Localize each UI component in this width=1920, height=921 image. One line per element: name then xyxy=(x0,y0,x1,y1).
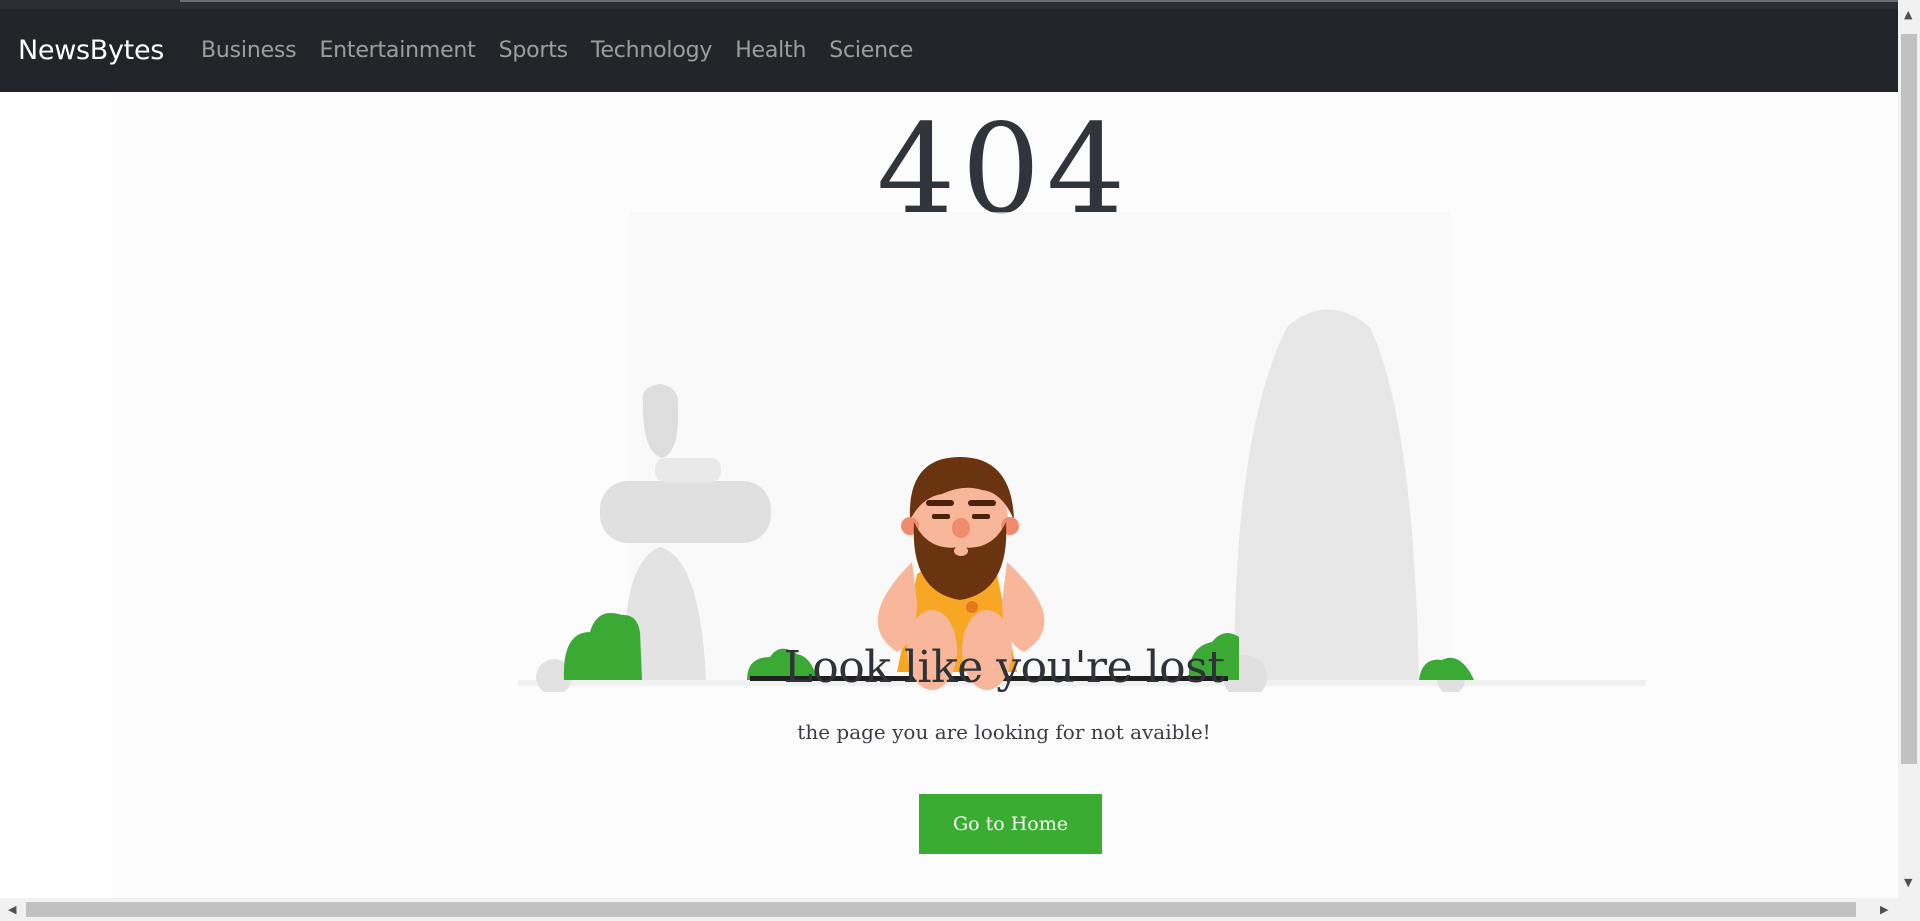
arrow-left-icon[interactable]: ◀ xyxy=(8,904,16,916)
lost-headline: Look like you're lost xyxy=(783,642,1225,693)
main-content: 404 Look like you're lost the page you a… xyxy=(0,92,1898,898)
nav-link-technology[interactable]: Technology xyxy=(591,38,712,63)
vertical-scrollbar[interactable]: ▲ ▼ xyxy=(1898,0,1920,898)
nav-link-sports[interactable]: Sports xyxy=(499,38,569,63)
nav-link-science[interactable]: Science xyxy=(829,38,913,63)
arrow-up-icon[interactable]: ▲ xyxy=(1904,9,1912,21)
arrow-down-icon[interactable]: ▼ xyxy=(1904,877,1912,889)
tab-strip-line xyxy=(180,0,1898,2)
nav-link-health[interactable]: Health xyxy=(735,38,806,63)
nav-link-entertainment[interactable]: Entertainment xyxy=(319,38,475,63)
top-navbar: NewsBytes Business Entertainment Sports … xyxy=(0,9,1898,92)
caveman-illustration xyxy=(518,212,1646,692)
browser-top-strip xyxy=(0,0,1898,9)
vertical-scroll-thumb[interactable] xyxy=(1901,34,1917,764)
not-found-message: the page you are looking for not avaible… xyxy=(797,720,1211,744)
nav-link-business[interactable]: Business xyxy=(201,38,297,63)
error-section: 404 Look like you're lost the page you a… xyxy=(112,92,1896,898)
brand-logo-link[interactable]: NewsBytes xyxy=(18,35,164,66)
arrow-right-icon[interactable]: ▶ xyxy=(1880,904,1888,916)
horizontal-scrollbar[interactable]: ◀ ▶ xyxy=(0,898,1920,921)
horizontal-scroll-thumb[interactable] xyxy=(26,902,1856,917)
go-to-home-button[interactable]: Go to Home xyxy=(919,794,1102,854)
